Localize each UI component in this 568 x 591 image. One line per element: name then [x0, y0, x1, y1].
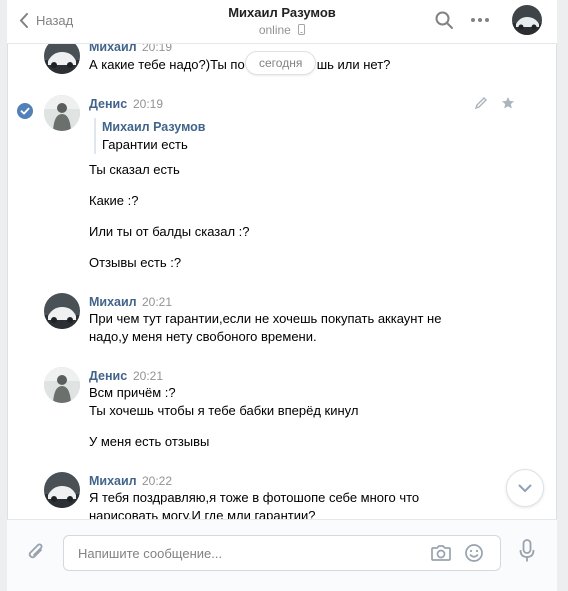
edit-icon[interactable] [474, 96, 488, 110]
avatar[interactable] [44, 293, 80, 329]
chat-window: Назад Михаил Разумов online сегодня Миха… [7, 0, 557, 591]
message-author[interactable]: Денис [89, 369, 127, 383]
message-time: 20:21 [142, 295, 173, 309]
phone-icon [298, 24, 306, 35]
status-text: online [258, 23, 291, 37]
check-icon [20, 107, 30, 115]
message-text: А какие тебе надо?)Ты по шь или нет? [89, 56, 390, 74]
quote-author: Михаил Разумов [102, 120, 206, 134]
message-text: Я тебя поздравляю,я тоже в фотошопе себе… [89, 490, 420, 505]
message-text-prefix: А какие тебе надо?)Ты по [89, 57, 245, 72]
selected-check[interactable] [17, 103, 33, 119]
avatar[interactable] [44, 472, 80, 508]
message-text: Отзывы есть :? [89, 255, 182, 270]
chevron-down-icon [518, 484, 532, 492]
chat-header: Назад Михаил Разумов online [7, 0, 557, 44]
message-text: Ты хочешь чтобы я тебе бабки вперёд кину… [89, 403, 359, 418]
message-text: Какие :? [89, 193, 139, 208]
message-text: У меня есть отзывы [89, 434, 210, 449]
avatar[interactable] [44, 95, 80, 131]
message-text-suffix: шь или нет? [316, 57, 391, 72]
scroll-down-button[interactable] [506, 469, 544, 507]
paperclip-icon[interactable] [26, 541, 46, 563]
online-status: online [7, 23, 557, 37]
message-composer: Напишите сообщение... [7, 519, 557, 591]
avatar[interactable] [44, 367, 80, 403]
message-text: Или ты от балды сказал :? [89, 224, 250, 239]
date-divider: сегодня [245, 51, 317, 75]
more-icon[interactable] [470, 17, 490, 23]
message-time: 20:19 [133, 97, 164, 111]
message-text: Всм причём :? [89, 385, 176, 400]
quoted-message[interactable]: Михаил Разумов Гарантии есть [94, 118, 205, 154]
microphone-icon[interactable] [519, 539, 535, 563]
star-icon[interactable] [501, 96, 515, 110]
message-input[interactable]: Напишите сообщение... [63, 535, 501, 571]
message-text: При чем тут гарантии,если не хочешь поку… [89, 311, 442, 326]
message-text: надо,у меня нету свобоного времени. [89, 329, 317, 344]
search-icon[interactable] [434, 10, 454, 30]
message-author[interactable]: Михаил [89, 474, 137, 488]
message-author[interactable]: Михаил [89, 295, 137, 309]
message-text: Ты сказал есть [89, 162, 180, 177]
message-time: 20:21 [133, 369, 164, 383]
header-avatar[interactable] [512, 5, 542, 35]
quote-text: Гарантии есть [102, 137, 188, 152]
message-author[interactable]: Денис [89, 97, 127, 111]
smile-icon[interactable] [464, 543, 484, 563]
camera-icon[interactable] [430, 544, 452, 562]
message-time: 20:22 [142, 474, 173, 488]
message-placeholder: Напишите сообщение... [78, 546, 223, 561]
